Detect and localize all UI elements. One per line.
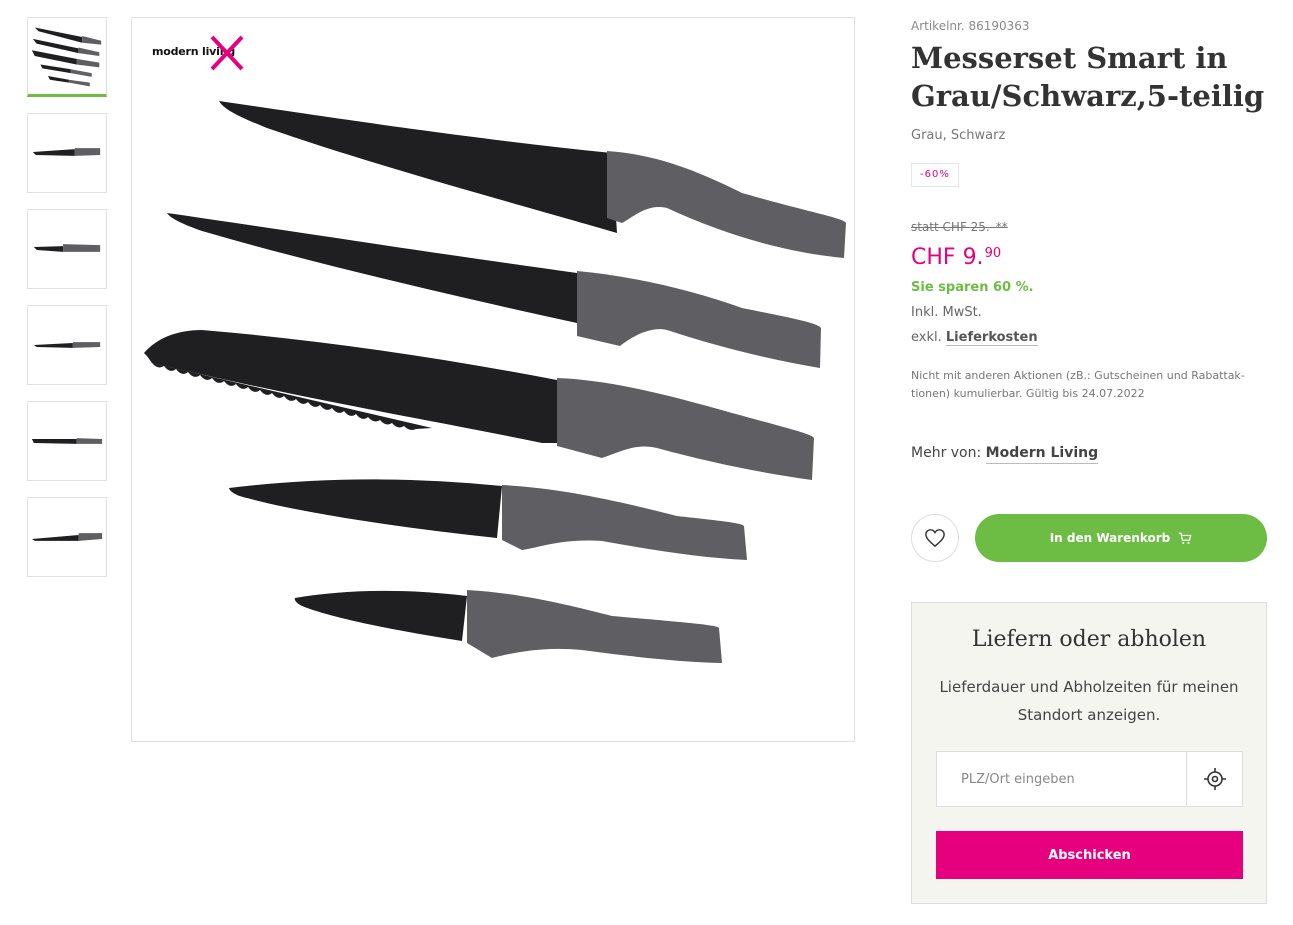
shipping-text: exkl. Lieferkosten (911, 330, 1038, 346)
old-price: statt CHF 25.–** (911, 220, 1008, 234)
heart-icon (925, 529, 945, 548)
thumbnail-paring-knife[interactable] (27, 209, 107, 289)
knife-set-thumbnail-image (31, 27, 102, 87)
more-from-prefix: Mehr von: (911, 445, 982, 461)
product-title: Messerset Smart in Grau/Schwarz,5-teilig (911, 39, 1267, 115)
paring-knife (294, 590, 722, 663)
price-cents: 90 (984, 246, 1002, 261)
thumbnail-single-knife[interactable] (27, 113, 107, 193)
shipping-prefix: exkl. (911, 330, 942, 345)
delivery-box: Liefern oder abholen Lieferdauer und Abh… (911, 602, 1267, 904)
delivery-title: Liefern oder abholen (971, 627, 1207, 652)
main-product-image[interactable]: modern living (131, 17, 855, 742)
thumbnail-chef-knife[interactable] (27, 497, 107, 577)
thumbnail-bread-knife[interactable] (27, 401, 107, 481)
chef-knife (219, 101, 846, 258)
cart-icon (1179, 532, 1192, 544)
thumbnail-utility-knife[interactable] (27, 305, 107, 385)
zip-location-input[interactable] (936, 751, 1186, 807)
product-colors: Grau, Schwarz (911, 128, 1006, 143)
bread-knife-thumbnail-image (31, 438, 103, 444)
utility-knife-thumbnail-image (33, 342, 101, 348)
more-from-brand: Mehr von: Modern Living (911, 445, 1099, 464)
saving-text: Sie sparen 60 %. (911, 280, 1034, 295)
wishlist-button[interactable] (911, 514, 959, 562)
vat-text: Inkl. MwSt. (911, 305, 982, 320)
current-price: CHF 9.90 (911, 245, 1001, 270)
utility-knife (229, 479, 747, 560)
delivery-description: Lieferdauer und Abholzeiten für meinen S… (939, 678, 1239, 724)
submit-button[interactable]: Abschicken (936, 831, 1243, 879)
discount-badge: -60% (911, 163, 959, 187)
shipping-costs-link[interactable]: Lieferkosten (945, 330, 1038, 346)
single-knife-thumbnail-image (32, 148, 101, 156)
price-main: 9. (962, 245, 984, 270)
article-number: Artikelnr. 86190363 (911, 19, 1030, 33)
brand-link[interactable]: Modern Living (985, 445, 1099, 464)
product-title-bold: Messerset (911, 41, 1077, 75)
add-to-cart-button[interactable]: In den Warenkorb (975, 514, 1267, 562)
paring-knife-thumbnail-image (33, 244, 101, 252)
locate-me-button[interactable] (1186, 751, 1243, 807)
thumbnail-knife-set[interactable] (27, 17, 107, 97)
promotion-note: Nicht mit anderen Aktionen (zB.: Gutsche… (911, 369, 1245, 400)
chef-knife-thumbnail-image (31, 533, 103, 541)
knife-set-image (144, 101, 846, 663)
price-currency: CHF (911, 245, 956, 270)
crosshair-icon (1203, 768, 1226, 790)
add-to-cart-label: In den Warenkorb (1049, 531, 1171, 545)
bread-knife (144, 330, 814, 480)
